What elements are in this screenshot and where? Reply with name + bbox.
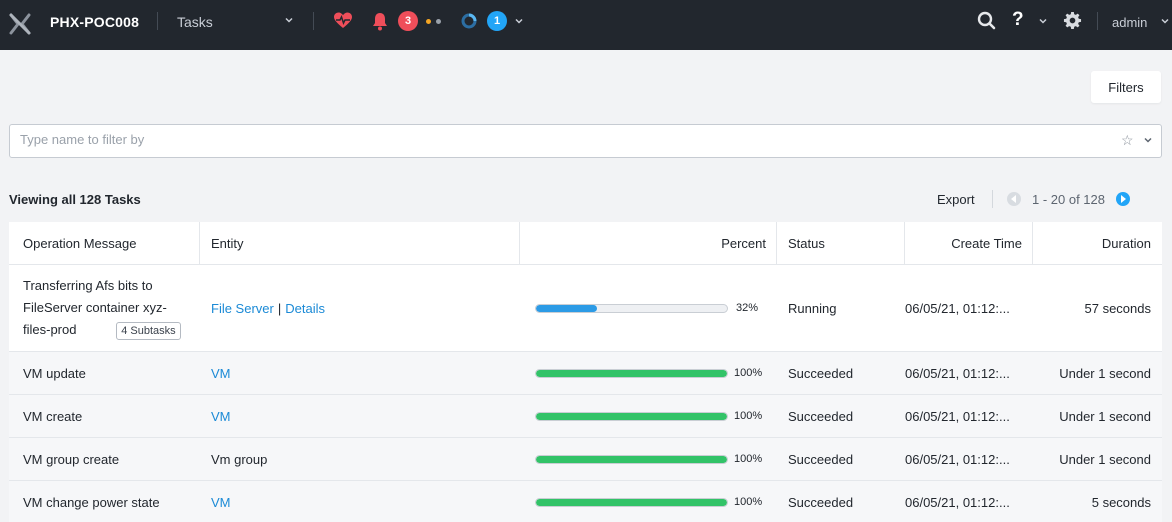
table-row[interactable]: VM update VM 100% Succeeded 06/05/21, 01…: [9, 352, 1162, 395]
percent-label: 100%: [734, 453, 763, 465]
status-text: Succeeded: [788, 408, 854, 424]
table-row[interactable]: VM group create Vm group 100% Succeeded …: [9, 438, 1162, 481]
filter-input[interactable]: [20, 132, 1100, 147]
help-icon[interactable]: ?: [1012, 9, 1024, 31]
entity-cell: File Server | Details: [211, 265, 511, 351]
entity-cell: VM: [211, 352, 511, 394]
export-link[interactable]: Export: [937, 192, 975, 207]
divider: [157, 12, 158, 30]
task-ring-icon[interactable]: [460, 12, 478, 30]
percent-cell: 100%: [521, 352, 776, 394]
divider: [1097, 12, 1098, 30]
duration: Under 1 second: [1059, 365, 1151, 381]
status-dot-icon: [426, 19, 431, 24]
column-header-create-time[interactable]: Create Time: [905, 222, 1022, 264]
column-header-entity[interactable]: Entity: [211, 222, 511, 264]
status-text: Running: [788, 300, 837, 316]
table-row[interactable]: VM change power state VM 100% Succeeded …: [9, 481, 1162, 522]
search-icon[interactable]: [977, 11, 996, 30]
status-dot-icon: [436, 19, 441, 24]
details-link[interactable]: Details: [285, 301, 325, 316]
status-text: Succeeded: [788, 365, 854, 381]
star-icon[interactable]: ☆: [1121, 132, 1134, 149]
top-nav-bar: PHX-POC008 Tasks 3 1 ? admin: [0, 0, 1172, 50]
prev-page-icon[interactable]: [1007, 192, 1021, 206]
operation-message: VM change power state: [23, 494, 160, 510]
table-row[interactable]: VM create VM 100% Succeeded 06/05/21, 01…: [9, 395, 1162, 438]
progress-bar: [535, 497, 728, 507]
create-time: 06/05/21, 01:12:...: [905, 451, 1010, 467]
duration: 57 seconds: [1084, 300, 1152, 316]
chevron-down-icon[interactable]: [284, 15, 294, 25]
create-time: 06/05/21, 01:12:...: [905, 408, 1010, 424]
tasks-table: Operation Message Entity Percent Status …: [9, 222, 1162, 522]
operation-message: VM create: [23, 408, 83, 424]
percent-cell: 32%: [521, 265, 776, 351]
column-header-percent[interactable]: Percent: [521, 222, 766, 264]
chevron-down-icon[interactable]: [1160, 16, 1170, 26]
chevron-down-icon[interactable]: [514, 16, 524, 26]
page-range: 1 - 20 of 128: [1032, 192, 1105, 207]
entity-cell: VM: [211, 481, 511, 522]
duration: Under 1 second: [1059, 408, 1151, 424]
entity-link[interactable]: VM: [211, 366, 231, 381]
entity-link[interactable]: VM: [211, 409, 231, 424]
create-time: 06/05/21, 01:12:...: [905, 494, 1010, 510]
entity-link[interactable]: File Server: [211, 301, 274, 316]
column-header-status[interactable]: Status: [788, 222, 903, 264]
duration: 5 seconds: [1091, 494, 1151, 510]
entity-link[interactable]: VM: [211, 495, 231, 510]
viewing-count-label: Viewing all 128 Tasks: [9, 192, 141, 207]
heartbeat-icon[interactable]: [333, 11, 353, 31]
operation-message: VM group create: [23, 451, 120, 467]
chevron-down-icon[interactable]: [1143, 135, 1153, 145]
status-text: Succeeded: [788, 451, 854, 467]
percent-label: 100%: [734, 367, 763, 379]
progress-bar: [535, 303, 728, 313]
divider: [992, 190, 993, 208]
cluster-name[interactable]: PHX-POC008: [50, 14, 139, 30]
nav-dropdown-label[interactable]: Tasks: [177, 14, 213, 30]
column-header-operation[interactable]: Operation Message: [23, 222, 200, 264]
tasks-count-badge[interactable]: 1: [487, 11, 507, 31]
percent-label: 100%: [734, 496, 763, 508]
status-text: Succeeded: [788, 494, 854, 510]
next-page-icon[interactable]: [1116, 192, 1130, 206]
filters-button[interactable]: Filters: [1091, 71, 1161, 103]
filter-search-box[interactable]: ☆: [9, 124, 1162, 158]
percent-cell: 100%: [521, 481, 776, 522]
percent-label: 32%: [736, 302, 759, 314]
duration: Under 1 second: [1059, 451, 1151, 467]
percent-cell: 100%: [521, 438, 776, 480]
table-row[interactable]: Transferring Afs bits to FileServer cont…: [9, 265, 1162, 352]
entity-separator: |: [277, 300, 282, 316]
operation-message: Transferring Afs bits to FileServer cont…: [23, 265, 200, 351]
alerts-count-badge[interactable]: 3: [398, 11, 418, 31]
column-header-duration[interactable]: Duration: [1032, 222, 1151, 264]
percent-cell: 100%: [521, 395, 776, 437]
entity-cell: VM: [211, 395, 511, 437]
x-logo-icon[interactable]: [8, 12, 32, 36]
table-header: Operation Message Entity Percent Status …: [9, 222, 1162, 265]
user-menu[interactable]: admin: [1112, 15, 1147, 30]
subtasks-badge[interactable]: 4 Subtasks: [116, 321, 181, 340]
progress-bar: [535, 411, 728, 421]
progress-bar: [535, 368, 728, 378]
chevron-down-icon[interactable]: [1038, 16, 1048, 26]
progress-bar: [535, 454, 728, 464]
percent-label: 100%: [734, 410, 763, 422]
bell-icon[interactable]: [371, 11, 389, 31]
create-time: 06/05/21, 01:12:...: [905, 365, 1010, 381]
create-time: 06/05/21, 01:12:...: [905, 300, 1010, 316]
operation-message: VM update: [23, 365, 86, 381]
divider: [313, 12, 314, 30]
gear-icon[interactable]: [1063, 11, 1082, 30]
entity-cell: Vm group: [211, 451, 268, 467]
